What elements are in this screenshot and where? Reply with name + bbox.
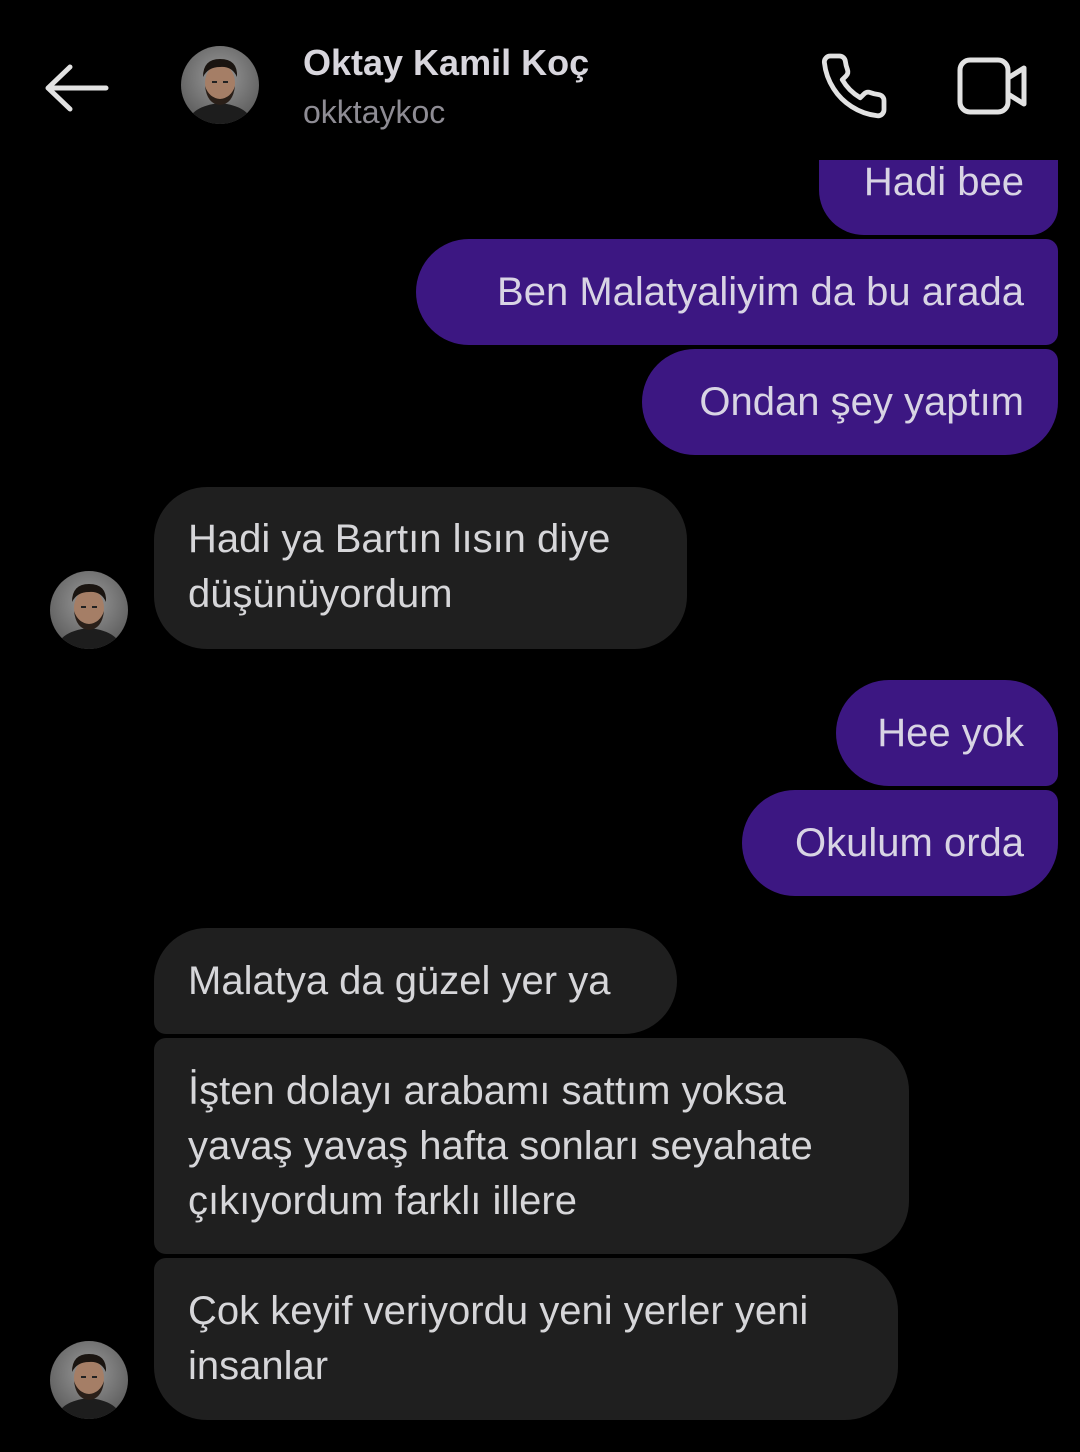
received-message-bubble[interactable]: İşten dolayı arabamı sattım yoksa yavaş … (154, 1038, 909, 1254)
avatar[interactable] (181, 46, 259, 124)
received-message-bubble[interactable]: Çok keyif veriyordu yeni yerler yeni ins… (154, 1258, 898, 1420)
message-text: çıkıyordum farklı illere (188, 1179, 577, 1223)
received-message-bubble[interactable]: Hadi ya Bartın lısın diye düşünüyordum (154, 487, 687, 649)
sent-message-bubble[interactable]: Okulum orda (742, 790, 1058, 896)
received-message-bubble[interactable]: Malatya da güzel yer ya (154, 928, 677, 1034)
message-text: insanlar (188, 1344, 329, 1388)
contact-handle[interactable]: okktaykoc (303, 94, 445, 131)
message-text: Hadi ya Bartın lısın diye (188, 517, 611, 561)
arrow-left-icon (45, 64, 109, 112)
avatar[interactable] (50, 571, 128, 649)
sent-message-bubble[interactable]: Ben Malatyaliyim da bu arada (416, 239, 1058, 345)
audio-call-button[interactable] (818, 50, 890, 122)
message-text: Hee yok (877, 711, 1024, 755)
sent-message-bubble[interactable]: Hee yok (836, 680, 1058, 786)
message-text: İşten dolayı arabamı sattım yoksa (188, 1069, 787, 1113)
message-text: yavaş yavaş hafta sonları seyahate (188, 1124, 813, 1168)
chat-header: Oktay Kamil Koç okktaykoc (0, 0, 1080, 160)
phone-icon (821, 53, 887, 119)
back-button[interactable] (40, 55, 115, 120)
contact-name[interactable]: Oktay Kamil Koç (303, 42, 589, 84)
video-call-button[interactable] (952, 52, 1032, 120)
message-text: Ben Malatyaliyim da bu arada (497, 270, 1024, 314)
message-text: Hadi bee (863, 160, 1024, 204)
sent-message-bubble[interactable]: Ondan şey yaptım (642, 349, 1058, 455)
message-text: Ondan şey yaptım (699, 380, 1024, 424)
message-text: Okulum orda (795, 821, 1024, 865)
avatar[interactable] (50, 1341, 128, 1419)
video-camera-icon (957, 57, 1027, 115)
message-text: Malatya da güzel yer ya (188, 959, 611, 1003)
message-text: Çok keyif veriyordu yeni yerler yeni (188, 1289, 809, 1333)
message-text: düşünüyordum (188, 572, 453, 616)
